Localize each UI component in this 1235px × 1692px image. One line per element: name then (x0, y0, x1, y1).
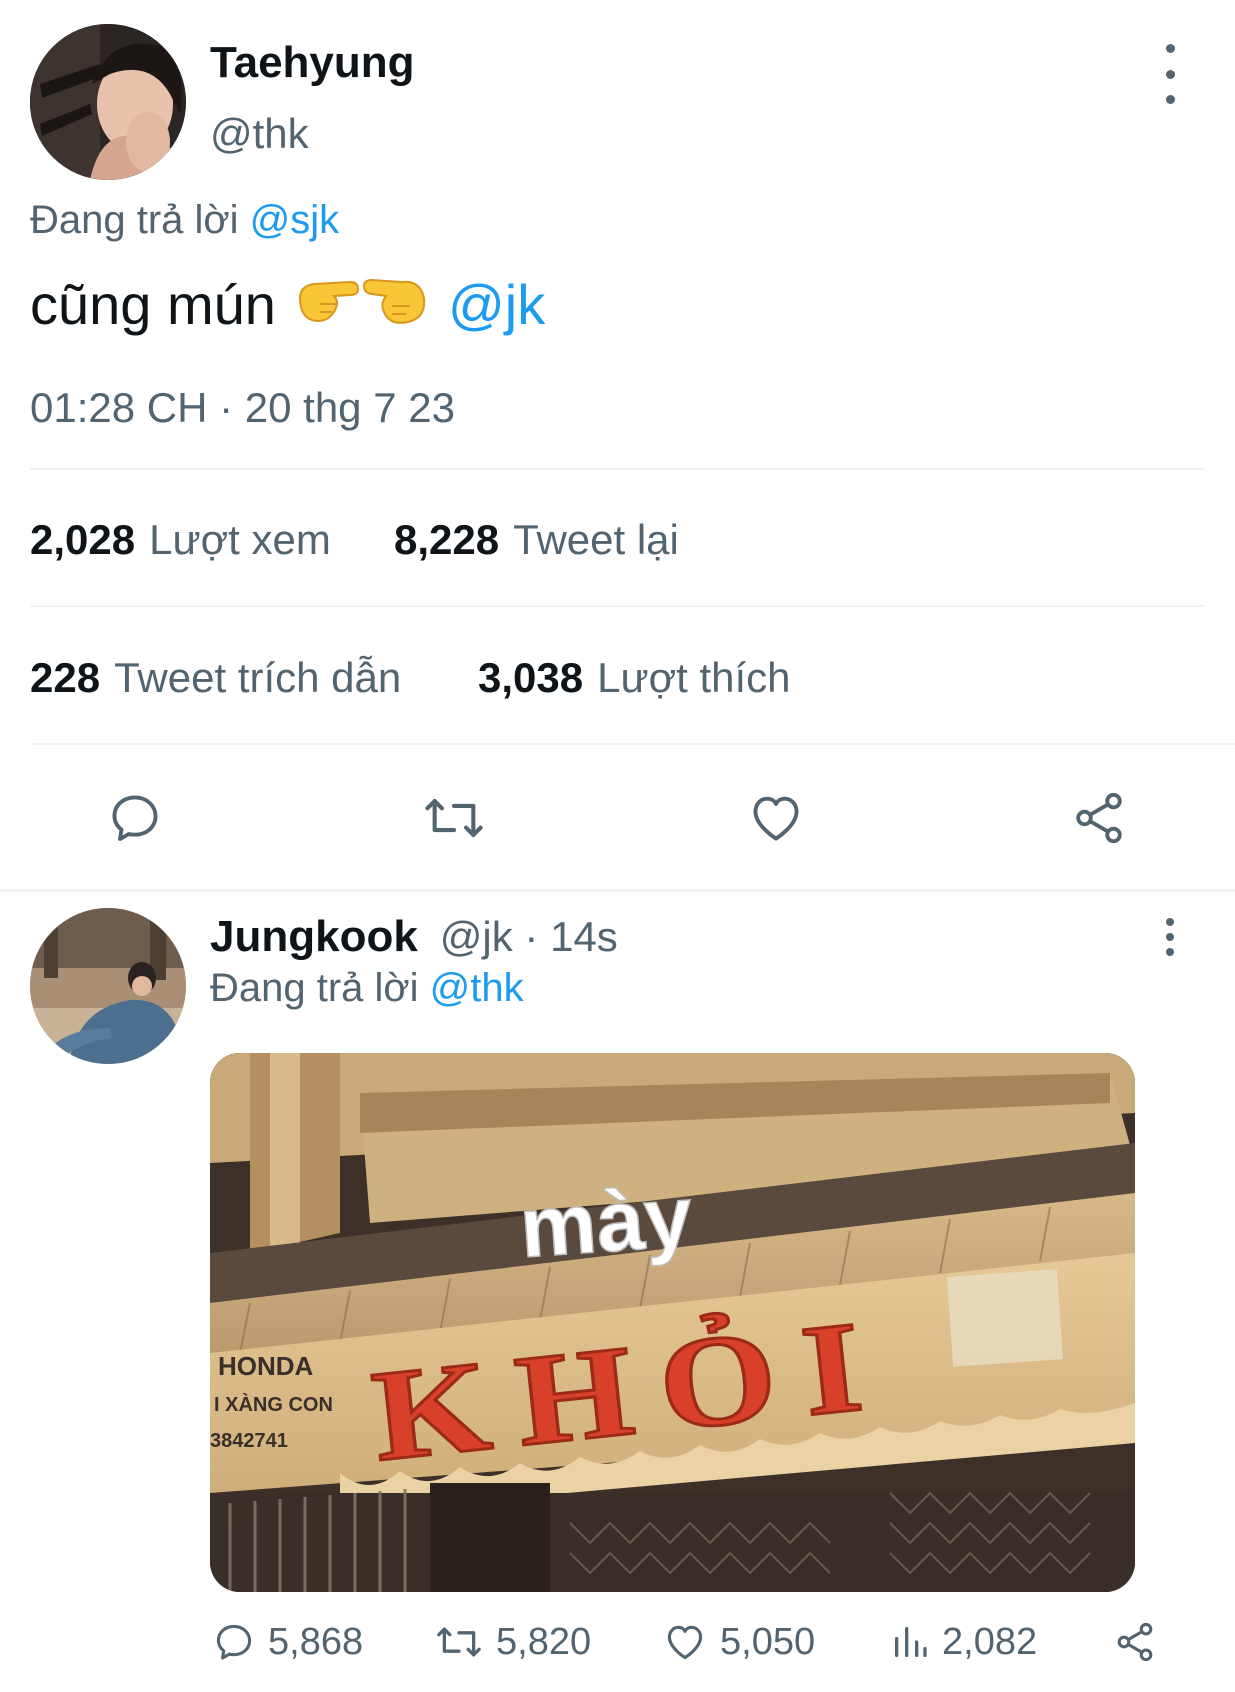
divider (30, 743, 1235, 745)
views-count: 2,028 (30, 516, 136, 563)
more-dot (1166, 948, 1174, 956)
quotes-count: 228 (30, 654, 101, 701)
likes-label: Lượt thích (597, 654, 791, 701)
reply-share-button[interactable] (1112, 1620, 1170, 1664)
replying-to-link[interactable]: @thk (430, 966, 524, 1010)
tweet-text: cũng mún @jk (30, 268, 545, 341)
reply-author-name[interactable]: Jungkook (210, 912, 418, 962)
retweet-count-button[interactable]: 5,820 (434, 1620, 591, 1664)
retweet-count: 5,820 (496, 1620, 592, 1663)
author-handle[interactable]: @thk (210, 110, 309, 158)
views-stat: 2,028 Lượt xem (30, 516, 331, 564)
quotes-label: Tweet trích dẫn (114, 654, 402, 701)
mention-link[interactable]: @jk (448, 272, 545, 337)
pointing-right-emoji-icon (294, 268, 360, 341)
reply-author-handle[interactable]: @jk (440, 913, 513, 961)
divider (30, 605, 1205, 607)
pointing-right-emoji-icon (362, 268, 428, 341)
more-dot (1165, 69, 1175, 79)
avatar-photo (30, 908, 186, 1064)
heart-icon (753, 796, 799, 841)
reply-bubble-icon (112, 795, 158, 841)
avatar-photo (30, 24, 186, 180)
more-vertical-icon (1165, 44, 1175, 53)
like-count-button[interactable]: 5,050 (662, 1620, 815, 1664)
side-sign-line: I XÀNG CON (214, 1393, 333, 1416)
reply-media-image[interactable]: HONDA I XÀNG CON 3842741 KHỎI mày (210, 1053, 1135, 1592)
replying-prefix: Đang trả lời (210, 966, 419, 1010)
replying-to-link[interactable]: @sjk (250, 198, 340, 242)
author-avatar-jungkook[interactable] (30, 908, 186, 1064)
retweet-button[interactable] (422, 789, 486, 847)
section-divider (0, 889, 1235, 892)
author-avatar-taehyung[interactable] (30, 24, 186, 180)
reply-count: 5,868 (268, 1620, 364, 1663)
more-dot (1166, 933, 1174, 941)
views-label: Lượt xem (149, 516, 331, 563)
share-icon (1076, 792, 1122, 844)
divider (30, 468, 1205, 470)
more-options-button[interactable] (1150, 44, 1190, 104)
share-button[interactable] (1070, 789, 1128, 847)
heart-icon (667, 1625, 703, 1660)
reply-button[interactable] (106, 789, 164, 847)
reply-time[interactable]: · 14s (513, 913, 617, 961)
views-count: 2,082 (942, 1620, 1038, 1663)
likes-count: 3,038 (478, 654, 584, 701)
meme-overlay-text: mày (517, 1168, 696, 1276)
replying-to-line: Đang trả lời @sjk (30, 198, 339, 243)
like-button[interactable] (746, 789, 806, 847)
meme-photo: HONDA I XÀNG CON 3842741 KHỎI mày (210, 1053, 1135, 1592)
retweet-icon (425, 799, 483, 837)
side-sign-line: HONDA (218, 1351, 314, 1381)
tweet-timestamp[interactable]: 01:28 CH · 20 thg 7 23 (30, 384, 455, 432)
retweet-icon (437, 1627, 481, 1657)
retweets-label: Tweet lại (513, 516, 679, 563)
tweet-body: cũng mún (30, 273, 276, 336)
replying-prefix: Đang trả lời (30, 198, 239, 242)
like-count: 5,050 (720, 1620, 816, 1663)
quotes-stat[interactable]: 228 Tweet trích dẫn (30, 654, 401, 702)
author-name[interactable]: Taehyung (210, 38, 415, 88)
reply-bubble-icon (216, 1624, 252, 1660)
reply-header: Jungkook @jk · 14s (210, 912, 618, 962)
reply-count-button[interactable]: 5,868 (212, 1620, 363, 1664)
retweets-stat[interactable]: 8,228 Tweet lại (394, 516, 679, 564)
side-sign-line: 3842741 (210, 1430, 288, 1452)
more-vertical-icon (1166, 918, 1174, 926)
share-icon (1117, 1622, 1153, 1662)
reply-replying-to-line: Đang trả lời @thk (210, 966, 524, 1011)
bar-chart-icon (895, 1627, 927, 1657)
reply-more-options-button[interactable] (1150, 918, 1190, 956)
views-count-button[interactable]: 2,082 (890, 1620, 1037, 1664)
likes-stat[interactable]: 3,038 Lượt thích (478, 654, 791, 702)
more-dot (1165, 95, 1175, 104)
retweets-count: 8,228 (394, 516, 500, 563)
